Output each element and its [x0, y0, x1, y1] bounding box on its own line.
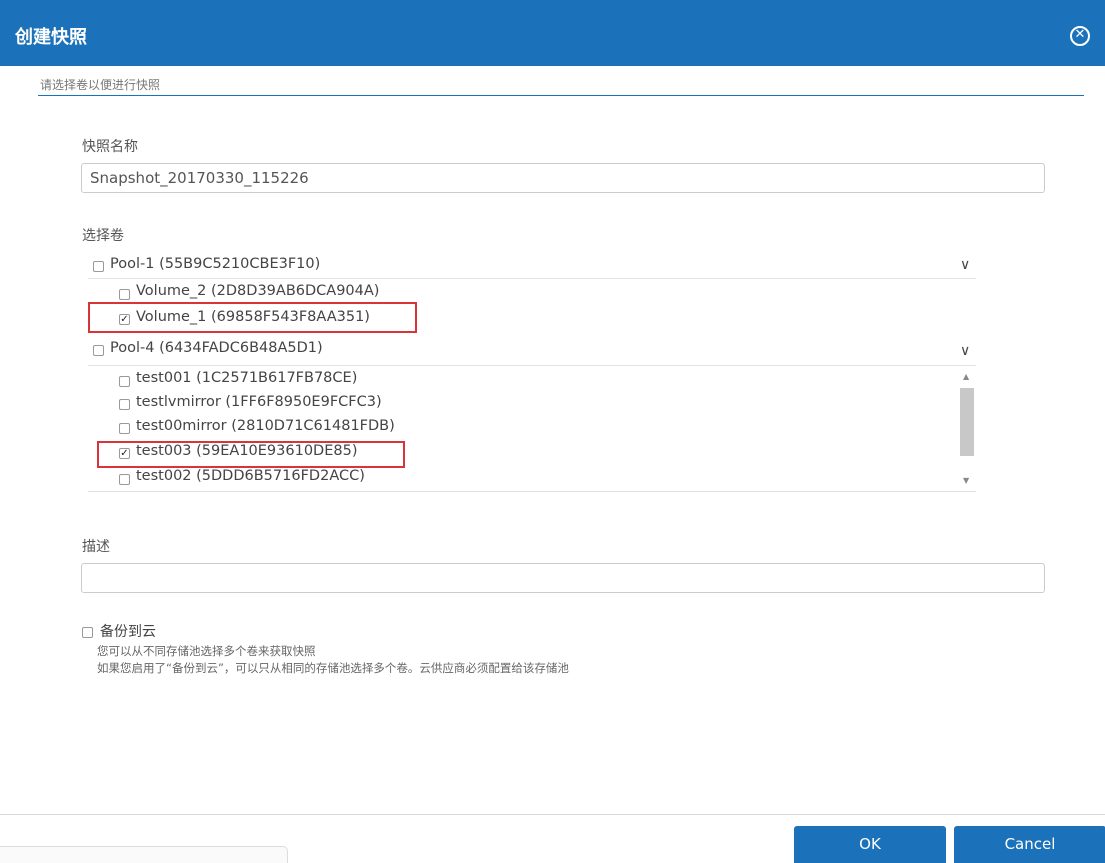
cancel-button[interactable]: Cancel [954, 826, 1105, 863]
scroll-up-icon[interactable]: ▲ [963, 372, 969, 381]
description-label: 描述 [82, 539, 110, 555]
volume-2-checkbox[interactable] [119, 289, 130, 300]
snapshot-name-label: 快照名称 [82, 139, 138, 155]
subtitle-divider [38, 95, 1084, 96]
ok-button[interactable]: OK [794, 826, 946, 863]
backup-hint-1: 您可以从不同存储池选择多个卷来获取快照 [97, 644, 316, 658]
description-input[interactable] [81, 563, 1045, 593]
chevron-down-icon[interactable]: ∨ [960, 257, 970, 273]
test001-label: test001 (1C2571B617FB78CE) [136, 370, 358, 386]
close-icon[interactable]: ✕ [1070, 26, 1090, 46]
dialog-subtitle: 请选择卷以便进行快照 [40, 78, 161, 92]
pool-4-label: Pool-4 (6434FADC6B48A5D1) [110, 340, 323, 356]
highlight-box [88, 302, 417, 333]
pool-divider [88, 278, 976, 279]
testlvmirror-checkbox[interactable] [119, 399, 130, 410]
test00mirror-label: test00mirror (2810D71C61481FDB) [136, 418, 395, 434]
volume-select-label: 选择卷 [82, 228, 124, 244]
snapshot-name-input[interactable] [81, 163, 1045, 193]
testlvmirror-label: testlvmirror (1FF6F8950E9FCFC3) [136, 394, 382, 410]
backup-hint-2: 如果您启用了“备份到云”，可以只从相同的存储池选择多个卷。云供应商必须配置给该存… [97, 661, 569, 675]
test002-checkbox[interactable] [119, 474, 130, 485]
test00mirror-checkbox[interactable] [119, 423, 130, 434]
footer-divider [0, 814, 1105, 815]
pool-1-label: Pool-1 (55B9C5210CBE3F10) [110, 256, 321, 272]
volume-2-label: Volume_2 (2D8D39AB6DCA904A) [136, 283, 380, 299]
highlight-box [97, 441, 405, 468]
footer-tab [0, 846, 288, 863]
test001-checkbox[interactable] [119, 376, 130, 387]
scroll-down-icon[interactable]: ▼ [963, 476, 969, 485]
pool-4-checkbox[interactable] [93, 345, 104, 356]
backup-to-cloud-label: 备份到云 [100, 624, 156, 640]
pool-1-checkbox[interactable] [93, 261, 104, 272]
backup-to-cloud-checkbox[interactable] [82, 627, 93, 638]
list-divider [88, 491, 976, 492]
chevron-down-icon[interactable]: ∨ [960, 343, 970, 359]
dialog-titlebar: 创建快照 ✕ [0, 0, 1105, 66]
dialog-title: 创建快照 [15, 27, 87, 48]
pool-divider [88, 365, 976, 366]
test002-label: test002 (5DDD6B5716FD2ACC) [136, 468, 365, 484]
scrollbar-thumb[interactable] [960, 388, 974, 456]
